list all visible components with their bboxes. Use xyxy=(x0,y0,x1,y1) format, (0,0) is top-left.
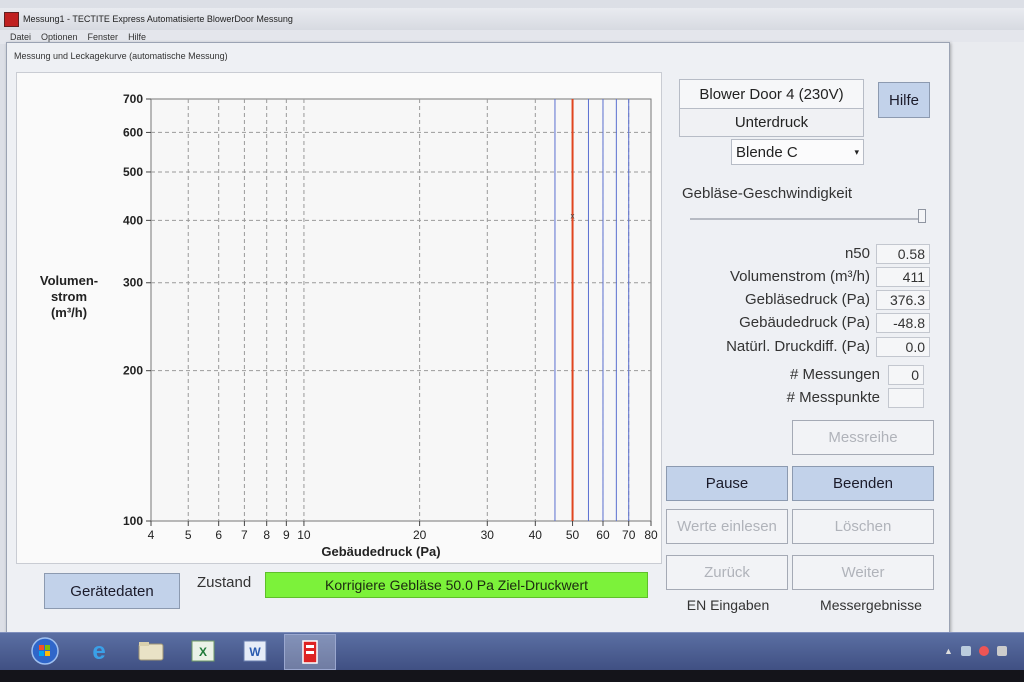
x-axis-label: Gebäudedruck (Pa) xyxy=(321,544,440,559)
menu-optionen[interactable]: Optionen xyxy=(41,32,78,42)
volume-icon[interactable] xyxy=(996,646,1007,656)
network-icon[interactable] xyxy=(960,646,971,656)
window-title: Messung1 - TECTITE Express Automatisiert… xyxy=(23,14,293,24)
y-tick-label: 200 xyxy=(123,364,143,378)
geraetedaten-button[interactable]: Gerätedaten xyxy=(44,573,180,609)
readout-label-druckdiff: Natürl. Druckdiff. (Pa) xyxy=(726,338,870,355)
readout-value-gebaeudedruck: -48.8 xyxy=(876,313,930,333)
y-tick-label: 400 xyxy=(123,213,143,227)
x-tick-label: 50 xyxy=(566,528,580,542)
internet-explorer-icon[interactable]: e xyxy=(82,636,116,666)
x-tick-label: 80 xyxy=(644,528,658,542)
readout-value-druckdiff: 0.0 xyxy=(876,337,930,357)
x-tick-label: 8 xyxy=(263,528,270,542)
x-tick-label: 5 xyxy=(185,528,192,542)
chart-frame: 4 5 6 7 8 9 10 20 30 40 50 60 70 80 100 200 300 400 500 600… xyxy=(16,72,662,564)
menu-datei[interactable]: Datei xyxy=(10,32,31,42)
help-button[interactable]: Hilfe xyxy=(878,82,930,118)
x-tick-label: 7 xyxy=(241,528,248,542)
svg-text:e: e xyxy=(92,638,105,665)
pause-button[interactable]: Pause xyxy=(666,466,788,501)
x-tick-label: 4 xyxy=(148,528,155,542)
leakage-chart: 4 5 6 7 8 9 10 20 30 40 50 60 70 80 100 200 300 400 500 600… xyxy=(40,92,658,559)
y-tick-label: 500 xyxy=(123,165,143,179)
fan-speed-label: Gebläse-Geschwindigkeit xyxy=(682,185,853,202)
plot-area xyxy=(150,98,652,522)
tray-arrow-icon[interactable]: ▲ xyxy=(944,646,953,656)
zustand-label: Zustand xyxy=(197,574,252,591)
fan-speed-slider-handle[interactable] xyxy=(918,209,926,223)
y-tick-label: 300 xyxy=(123,276,143,290)
app-icon xyxy=(4,11,19,27)
messungen-value: 0 xyxy=(888,365,924,385)
mode-label: Unterdruck xyxy=(679,108,864,137)
monitor-bezel xyxy=(0,670,1024,682)
weiter-button[interactable]: Weiter xyxy=(792,555,934,590)
menu-hilfe[interactable]: Hilfe xyxy=(128,32,146,42)
messergebnisse-link[interactable]: Messergebnisse xyxy=(806,597,936,613)
x-tick-label: 10 xyxy=(297,528,311,542)
dialog-title: Messung und Leckagekurve (automatische M… xyxy=(14,51,228,61)
beenden-button[interactable]: Beenden xyxy=(792,466,934,501)
window-titlebar: Messung1 - TECTITE Express Automatisiert… xyxy=(0,8,1024,30)
background-panel xyxy=(948,42,1024,632)
screen: Messung1 - TECTITE Express Automatisiert… xyxy=(0,0,1024,682)
device-name: Blower Door 4 (230V) xyxy=(679,79,864,109)
werte-einlesen-button[interactable]: Werte einlesen xyxy=(666,509,788,544)
y-axis-label: (m³/h) xyxy=(51,305,87,320)
x-tick-label: 6 xyxy=(215,528,222,542)
y-tick-label: 600 xyxy=(123,125,143,139)
svg-text:X: X xyxy=(199,645,207,659)
y-tick-label: 100 xyxy=(123,514,143,528)
blende-select-value: Blende C xyxy=(736,143,798,161)
chevron-down-icon: ▾ xyxy=(854,146,859,157)
y-tick-label: 700 xyxy=(123,92,143,106)
x-tick-label: 20 xyxy=(413,528,427,542)
messreihe-button[interactable]: Messreihe xyxy=(792,420,934,455)
en-eingaben-link[interactable]: EN Eingaben xyxy=(668,597,788,613)
readout-value-geblaesedruck: 376.3 xyxy=(876,290,930,310)
x-tick-label: 30 xyxy=(481,528,495,542)
messpunkte-label: # Messpunkte xyxy=(786,389,880,406)
tectite-app-icon[interactable] xyxy=(284,634,336,670)
readout-value-volumenstrom: 411 xyxy=(876,267,930,287)
status-bar: Korrigiere Gebläse 50.0 Pa Ziel-Druckwer… xyxy=(265,572,648,598)
loeschen-button[interactable]: Löschen xyxy=(792,509,934,544)
system-tray: ▲ xyxy=(944,644,1024,658)
y-axis-label: Volumen- xyxy=(40,273,98,288)
readout-label-geblaesedruck: Gebläsedruck (Pa) xyxy=(744,291,870,308)
x-tick-label: 60 xyxy=(596,528,610,542)
x-tick-label: 9 xyxy=(283,528,290,542)
x-tick-label: 40 xyxy=(529,528,543,542)
y-axis-label: strom xyxy=(51,289,87,304)
security-icon[interactable] xyxy=(978,646,989,656)
readout-label-gebaeudedruck: Gebäudedruck (Pa) xyxy=(739,314,870,331)
zurueck-button[interactable]: Zurück xyxy=(666,555,788,590)
readout-value-n50: 0.58 xyxy=(876,244,930,264)
svg-text:W: W xyxy=(249,645,261,659)
fan-speed-slider-track[interactable] xyxy=(690,218,924,220)
readout-label-volumenstrom: Volumenstrom (m³/h) xyxy=(729,268,870,285)
menu-fenster[interactable]: Fenster xyxy=(88,32,119,42)
windows-start-icon[interactable] xyxy=(28,636,62,666)
file-explorer-icon[interactable] xyxy=(134,636,168,666)
messpunkte-value xyxy=(888,388,924,408)
messungen-label: # Messungen xyxy=(789,366,880,383)
x-tick-label: 70 xyxy=(622,528,636,542)
measurement-marker: x xyxy=(571,211,575,220)
readout-label-n50: n50 xyxy=(844,245,870,262)
blende-select[interactable]: Blende C ▾ xyxy=(731,139,864,165)
word-icon[interactable]: W xyxy=(238,636,272,666)
excel-icon[interactable]: X xyxy=(186,636,220,666)
